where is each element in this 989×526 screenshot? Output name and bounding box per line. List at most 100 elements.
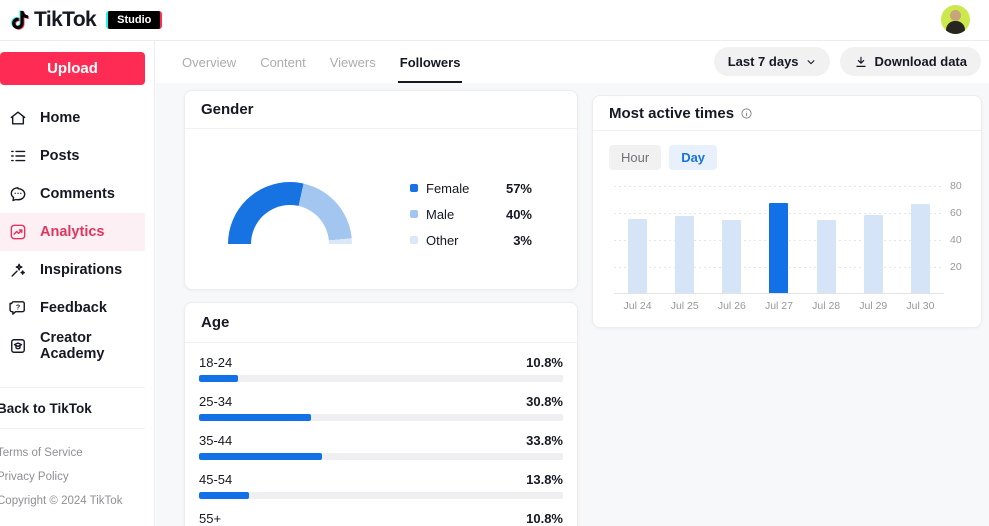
age-bar-track <box>199 492 563 499</box>
legend-value: 40% <box>505 206 532 222</box>
x-tick-label: Jul 24 <box>623 300 652 312</box>
footer-link-privacy-policy[interactable]: Privacy Policy <box>0 465 145 489</box>
bar-jul-27[interactable] <box>769 202 789 293</box>
tiktok-logo[interactable]: TikTok Studio <box>8 7 163 33</box>
most-active-times-card: Most active times Hour Day Jul 24 Jul 25 Ju… <box>592 95 982 328</box>
most-active-times-title: Most active times <box>609 104 735 122</box>
age-range-label: 25-34 <box>199 394 233 409</box>
age-card: Age 18-24 10.8% 25-34 30.8% 35-44 33.8% 45-54 1… <box>184 302 578 526</box>
age-row-45-54: 45-54 13.8% <box>199 471 563 499</box>
toggle-hour[interactable]: Hour <box>609 145 662 170</box>
x-tick-label: Jul 27 <box>764 300 793 312</box>
age-row-18-24: 18-24 10.8% <box>199 354 563 382</box>
back-to-tiktok-link[interactable]: Back to TikTok <box>0 388 145 428</box>
sidebar: Upload Home Posts Comments Analytics Inspira… <box>0 41 155 526</box>
active-times-bar-chart <box>614 186 944 294</box>
sidebar-item-label: Inspirations <box>40 262 123 278</box>
legend-swatch <box>410 210 418 218</box>
topbar-actions: Last 7 days Download data <box>713 47 981 76</box>
sidebar-item-creator-academy[interactable]: Creator Academy <box>0 327 145 365</box>
bar-jul-30[interactable] <box>910 203 930 293</box>
analytics-topbar: Overview Content Viewers Followers Last 7 d… <box>156 41 989 83</box>
legend-label: Other <box>426 232 459 248</box>
legend-value: 57% <box>505 180 532 196</box>
bar-column-jul-26 <box>708 220 755 293</box>
age-row-header: 18-24 10.8% <box>199 354 563 371</box>
download-data-label: Download data <box>874 54 967 69</box>
sidebar-item-analytics[interactable]: Analytics <box>0 213 145 251</box>
bar-column-jul-30 <box>897 203 944 293</box>
date-range-label: Last 7 days <box>727 54 799 69</box>
sidebar-item-inspirations[interactable]: Inspirations <box>0 251 145 289</box>
bar-jul-24[interactable] <box>628 218 648 293</box>
age-row-25-34: 25-34 30.8% <box>199 393 563 421</box>
sidebar-item-label: Creator Academy <box>40 330 105 362</box>
studio-badge: Studio <box>106 11 163 29</box>
tab-viewers[interactable]: Viewers <box>330 41 376 83</box>
tab-overview[interactable]: Overview <box>182 41 236 83</box>
sidebar-item-label: Home <box>40 110 81 126</box>
inspirations-icon <box>8 260 28 280</box>
sidebar-item-label: Comments <box>40 186 115 202</box>
download-data-button[interactable]: Download data <box>839 47 981 76</box>
x-tick-label: Jul 29 <box>859 300 888 312</box>
upload-button[interactable]: Upload <box>0 52 145 85</box>
date-range-selector[interactable]: Last 7 days <box>713 47 830 76</box>
age-row-header: 25-34 30.8% <box>199 393 563 410</box>
footer-link-terms-of-service[interactable]: Terms of Service <box>0 441 145 465</box>
sidebar-item-feedback[interactable]: ? Feedback <box>0 289 145 327</box>
gender-card: Gender Female 57% Male 40% Other 3% <box>184 90 578 290</box>
age-range-label: 18-24 <box>199 355 233 370</box>
sidebar-item-label: Analytics <box>40 224 105 240</box>
sidebar-item-comments[interactable]: Comments <box>0 175 145 213</box>
comments-icon <box>8 184 28 204</box>
tab-followers[interactable]: Followers <box>397 41 463 83</box>
svg-text:?: ? <box>16 303 20 311</box>
user-avatar[interactable] <box>941 5 970 34</box>
y-tick-label: 80 <box>950 180 962 192</box>
bar-chart-x-labels: Jul 24 Jul 25 Jul 26 Jul 27 Jul 28 Jul 29 Jul … <box>614 300 944 312</box>
bar-column-jul-28 <box>803 220 850 293</box>
sidebar-item-posts[interactable]: Posts <box>0 137 145 175</box>
age-range-label: 55+ <box>199 511 222 526</box>
feedback-icon: ? <box>8 298 28 318</box>
age-row-55: 55+ 10.8% <box>199 510 563 526</box>
sidebar-footer: Back to TikTok Terms of Service Privacy P… <box>0 387 145 526</box>
tiktok-wordmark: TikTok <box>34 8 97 31</box>
legend-value: 3% <box>513 232 532 248</box>
download-icon <box>855 56 866 67</box>
tiktok-note-icon <box>11 10 29 30</box>
age-range-label: 45-54 <box>199 472 233 487</box>
age-row-header: 35-44 33.8% <box>199 432 563 449</box>
age-bar-track <box>199 414 563 421</box>
age-percentage: 30.8% <box>526 394 563 409</box>
age-card-title: Age <box>185 303 577 343</box>
toggle-day[interactable]: Day <box>669 145 718 170</box>
bar-jul-29[interactable] <box>863 214 883 293</box>
sidebar-item-label: Posts <box>40 148 80 164</box>
y-tick-label: 60 <box>950 207 962 219</box>
y-tick-label: 40 <box>950 234 962 246</box>
footer-link-copyright-2024-tiktok[interactable]: Copyright © 2024 TikTok <box>0 489 145 513</box>
bar-jul-25[interactable] <box>675 216 695 293</box>
analytics-tabs: Overview Content Viewers Followers <box>182 41 463 83</box>
bar-jul-26[interactable] <box>722 220 742 293</box>
tab-content[interactable]: Content <box>260 41 306 83</box>
y-tick-label: 20 <box>950 261 962 273</box>
bar-jul-28[interactable] <box>816 220 836 293</box>
sidebar-item-home[interactable]: Home <box>0 99 145 137</box>
home-icon <box>8 108 28 128</box>
x-tick-label: Jul 28 <box>812 300 841 312</box>
legend-label: Female <box>426 180 470 196</box>
creator-academy-icon <box>8 336 28 356</box>
info-icon[interactable] <box>740 107 753 120</box>
app-header: TikTok Studio <box>0 0 989 41</box>
main-content: Overview Content Viewers Followers Last 7 d… <box>156 41 989 526</box>
age-range-label: 35-44 <box>199 433 233 448</box>
legend-swatch <box>410 236 418 244</box>
age-bar-track <box>199 453 563 460</box>
chevron-down-icon <box>807 59 815 64</box>
sidebar-item-label: Feedback <box>40 300 107 316</box>
legend-swatch <box>410 184 418 192</box>
age-bar-fill <box>199 414 312 421</box>
